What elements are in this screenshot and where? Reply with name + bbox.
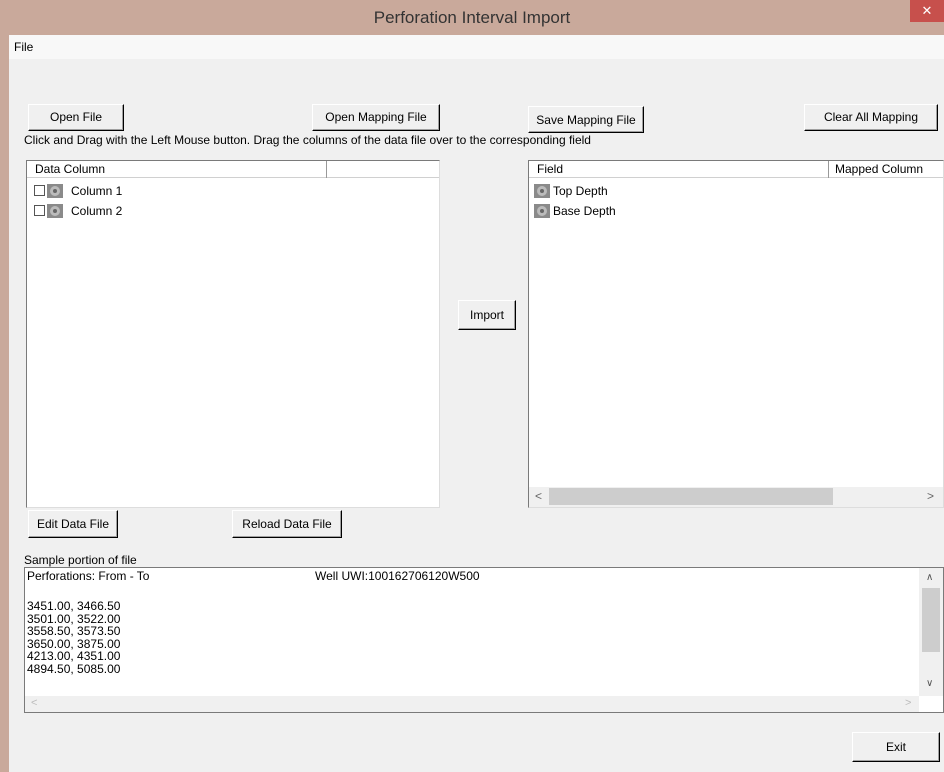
checkbox-icon[interactable]	[34, 185, 45, 196]
sample-header-right: Well UWI:100162706120W500	[315, 569, 480, 583]
list-item[interactable]: Column 2	[33, 201, 333, 221]
data-column-list[interactable]: Data Column Column 1 Column 2	[26, 160, 440, 508]
menu-file[interactable]: File	[14, 40, 33, 54]
edit-data-file-button[interactable]: Edit Data File	[28, 510, 118, 538]
close-icon[interactable]: ✕	[910, 0, 944, 22]
edit-data-file-label: Edit Data File	[36, 517, 110, 531]
field-header-row: Field Mapped Column	[529, 161, 943, 178]
sample-line: 3451.00, 3466.50	[27, 599, 121, 613]
data-column-header-row: Data Column	[27, 161, 439, 178]
list-item[interactable]: Top Depth	[533, 181, 833, 201]
open-file-label: Open File	[49, 110, 103, 124]
list-item[interactable]: Base Depth	[533, 201, 833, 221]
scroll-right-arrow[interactable]: >	[927, 489, 934, 503]
sample-line: 4213.00, 4351.00	[27, 649, 121, 663]
scroll-left-arrow[interactable]: <	[31, 697, 37, 709]
horizontal-scrollbar[interactable]: < >	[529, 487, 943, 507]
instruction-text: Click and Drag with the Left Mouse butto…	[24, 133, 591, 147]
clear-all-mapping-label: Clear All Mapping	[823, 110, 919, 124]
gear-icon	[47, 184, 63, 198]
scroll-down-arrow[interactable]: ∨	[926, 678, 933, 689]
import-label: Import	[469, 308, 504, 322]
sample-line: 4894.50, 5085.00	[27, 661, 121, 676]
sample-label: Sample portion of file	[24, 553, 137, 567]
save-mapping-file-button[interactable]: Save Mapping File	[528, 106, 644, 133]
gear-icon	[534, 184, 550, 198]
gear-icon	[47, 204, 63, 218]
vertical-scrollbar[interactable]: ∧ ∨	[919, 568, 943, 696]
menu-bar	[9, 35, 944, 59]
open-file-button[interactable]: Open File	[28, 104, 124, 131]
list-item[interactable]: Column 1	[33, 181, 333, 201]
reload-data-file-label: Reload Data File	[242, 517, 332, 531]
sample-header-left: Perforations: From - To	[27, 569, 150, 583]
checkbox-icon[interactable]	[34, 205, 45, 216]
open-mapping-file-button[interactable]: Open Mapping File	[312, 104, 440, 131]
data-column-header[interactable]: Data Column	[27, 161, 327, 178]
horizontal-scrollbar[interactable]: < >	[25, 696, 919, 712]
open-mapping-file-label: Open Mapping File	[325, 110, 427, 124]
window-title: Perforation Interval Import	[373, 8, 571, 27]
scrollbar-thumb[interactable]	[549, 488, 833, 505]
column-label: Column 1	[71, 184, 123, 198]
field-label: Top Depth	[553, 184, 608, 198]
data-column-items: Column 1 Column 2	[33, 181, 333, 221]
field-mapping-list[interactable]: Field Mapped Column Top Depth Base Depth…	[528, 160, 944, 508]
mapped-column-header[interactable]: Mapped Column	[829, 161, 943, 178]
scroll-up-arrow[interactable]: ∧	[926, 572, 933, 583]
scroll-left-arrow[interactable]: <	[535, 489, 542, 503]
scrollbar-thumb[interactable]	[922, 588, 940, 652]
reload-data-file-button[interactable]: Reload Data File	[232, 510, 342, 538]
import-button[interactable]: Import	[458, 300, 516, 330]
scroll-right-arrow[interactable]: >	[905, 697, 911, 709]
exit-label: Exit	[885, 740, 906, 754]
field-header[interactable]: Field	[529, 161, 829, 178]
clear-all-mapping-button[interactable]: Clear All Mapping	[804, 104, 938, 131]
field-label: Base Depth	[553, 204, 616, 218]
exit-button[interactable]: Exit	[852, 732, 940, 762]
gear-icon	[534, 204, 550, 218]
sample-line: 3558.50, 3573.50	[27, 624, 121, 638]
sample-lines: 3451.00, 3466.50 3501.00, 3522.00 3558.5…	[27, 600, 527, 675]
sample-textbox[interactable]: Perforations: From - To Well UWI:1001627…	[24, 567, 944, 713]
save-mapping-file-label: Save Mapping File	[536, 113, 636, 127]
window-border	[0, 35, 9, 772]
field-items: Top Depth Base Depth	[533, 181, 833, 221]
column-label: Column 2	[71, 204, 123, 218]
